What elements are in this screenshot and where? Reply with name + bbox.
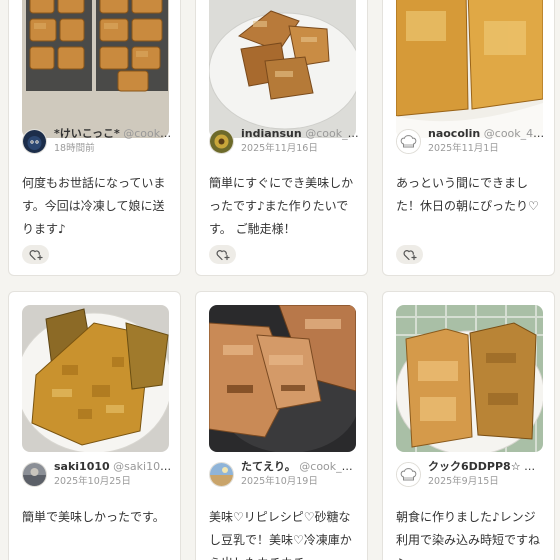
author-name[interactable]: saki1010	[54, 460, 110, 473]
author-info[interactable]: クック6DDPP8☆ @… 2025年9月15日	[396, 459, 546, 491]
tsukurepo-photo[interactable]	[22, 305, 169, 452]
post-date: 18時間前	[54, 143, 95, 154]
tsukurepo-photo[interactable]	[22, 0, 169, 138]
tsukurepo-card[interactable]: クック6DDPP8☆ @… 2025年9月15日 朝食に作りました♪レンジ利用で…	[382, 291, 555, 560]
author-handle: @cook_4…	[299, 460, 359, 473]
tsukurepo-card[interactable]: たてえり。 @cook_4… 2025年10月19日 美味♡リピレシピ♡砂糖なし…	[195, 291, 368, 560]
author-name-line: naocolin @cook_40…	[428, 126, 546, 141]
user-avatar[interactable]	[209, 129, 234, 154]
tsukurepo-photo[interactable]	[396, 305, 543, 452]
author-name-line: indiansun @cook_4…	[241, 126, 359, 141]
author-info[interactable]: saki1010 @saki101… 2025年10月25日	[22, 459, 172, 491]
chef-hat-icon	[397, 463, 420, 486]
author-name-line: クック6DDPP8☆ @…	[428, 459, 546, 474]
author-handle: @…	[524, 460, 546, 473]
user-avatar[interactable]	[396, 129, 421, 154]
author-info[interactable]: indiansun @cook_4… 2025年11月16日	[209, 126, 359, 158]
author-info[interactable]: たてえり。 @cook_4… 2025年10月19日	[209, 459, 359, 491]
author-name[interactable]: たてえり。	[241, 460, 296, 473]
tsukurepo-comment: 朝食に作りました♪レンジ利用で染み込み時短ですね♪	[396, 510, 541, 560]
author-handle: @saki101…	[113, 460, 172, 473]
author-handle: @cook_33	[123, 127, 172, 140]
user-avatar[interactable]	[209, 462, 234, 487]
tsukurepo-comment: 簡単で美味しかったです。	[22, 510, 165, 524]
tsukurepo-photo[interactable]	[209, 305, 356, 452]
tsukurepo-photo[interactable]	[396, 0, 543, 138]
heart-plus-icon	[216, 250, 230, 261]
tsukurepo-card[interactable]: *けいこっこ* @cook_33 18時間前 何度もお世話になっています。今回は…	[8, 0, 181, 276]
author-handle: @cook_40…	[483, 127, 546, 140]
tsukurepo-grid: *けいこっこ* @cook_33 18時間前 何度もお世話になっています。今回は…	[0, 0, 560, 560]
tsukurepo-card[interactable]: indiansun @cook_4… 2025年11月16日 簡単にすぐにでき美…	[195, 0, 368, 276]
author-name-line: たてえり。 @cook_4…	[241, 459, 359, 474]
user-avatar[interactable]	[396, 462, 421, 487]
user-avatar[interactable]	[22, 129, 47, 154]
tsukurepo-comment: あっという間にできました！休日の朝にぴったり♡	[396, 176, 539, 213]
thanks-button[interactable]	[209, 245, 236, 264]
heart-plus-icon	[403, 250, 417, 261]
tsukurepo-comment: 簡単にすぐにでき美味しかったです♪また作りたいです。 ご馳走様！	[209, 176, 354, 236]
tsukurepo-comment: 何度もお世話になっています。今回は冷凍して娘に送ります♪	[22, 176, 166, 236]
post-date: 2025年11月16日	[241, 143, 318, 154]
thanks-button[interactable]	[22, 245, 49, 264]
tsukurepo-card[interactable]: saki1010 @saki101… 2025年10月25日 簡単で美味しかった…	[8, 291, 181, 560]
author-name[interactable]: *けいこっこ*	[54, 127, 120, 140]
author-name[interactable]: naocolin	[428, 127, 480, 140]
user-avatar[interactable]	[22, 462, 47, 487]
post-date: 2025年10月25日	[54, 476, 131, 487]
thanks-button[interactable]	[396, 245, 423, 264]
author-info[interactable]: *けいこっこ* @cook_33 18時間前	[22, 126, 172, 158]
author-name-line: saki1010 @saki101…	[54, 459, 172, 474]
post-date: 2025年11月1日	[428, 143, 499, 154]
author-name-line: *けいこっこ* @cook_33	[54, 126, 172, 141]
post-date: 2025年10月19日	[241, 476, 318, 487]
author-name[interactable]: クック6DDPP8☆	[428, 460, 521, 473]
heart-plus-icon	[29, 250, 43, 261]
tsukurepo-comment: 美味♡リピレシピ♡砂糖なし豆乳で！美味♡冷凍庫から出したカチカチ…	[209, 510, 352, 560]
post-date: 2025年9月15日	[428, 476, 499, 487]
author-handle: @cook_4…	[305, 127, 359, 140]
author-info[interactable]: naocolin @cook_40… 2025年11月1日	[396, 126, 546, 158]
author-name[interactable]: indiansun	[241, 127, 302, 140]
tsukurepo-photo[interactable]	[209, 0, 356, 138]
chef-hat-icon	[397, 130, 420, 153]
tsukurepo-card[interactable]: naocolin @cook_40… 2025年11月1日 あっという間にできま…	[382, 0, 555, 276]
